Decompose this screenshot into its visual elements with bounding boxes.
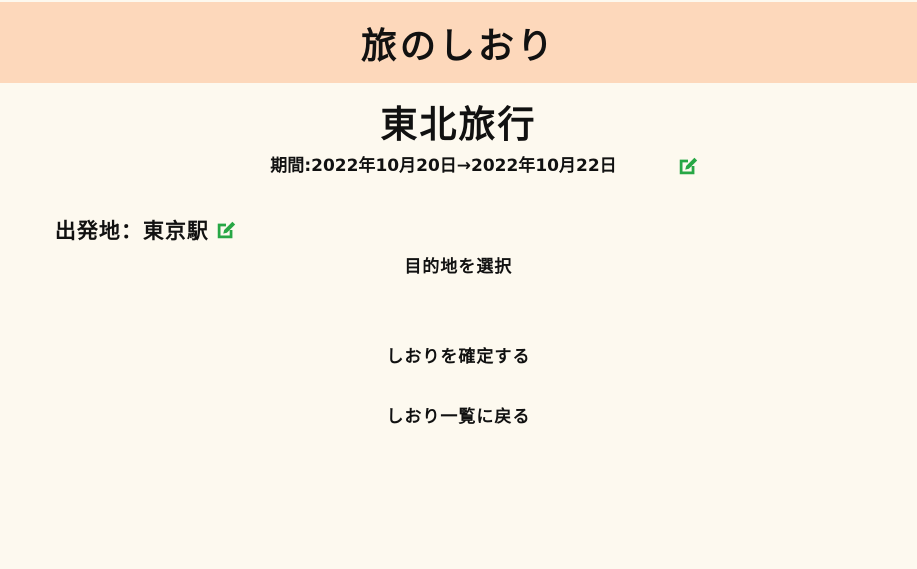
period-row: 期間:2022年10月20日→2022年10月22日 [0, 152, 917, 180]
departure-row: 出発地：東京駅 [55, 214, 237, 246]
trip-title: 東北旅行 [380, 103, 537, 146]
back-to-list-link[interactable]: しおり一覧に戻る [387, 407, 531, 427]
app-header: 旅のしおり [0, 2, 917, 83]
edit-period-icon[interactable] [677, 155, 699, 177]
select-destination-link[interactable]: 目的地を選択 [405, 257, 513, 277]
app-title: 旅のしおり [360, 25, 556, 67]
back-row: しおり一覧に戻る [0, 402, 917, 427]
departure-label: 出発地：東京駅 [55, 219, 209, 243]
select-destination-row: 目的地を選択 [0, 252, 917, 277]
confirm-shiori-button[interactable]: しおりを確定する [387, 347, 531, 367]
trip-period: 期間:2022年10月20日→2022年10月22日 [270, 156, 617, 176]
confirm-row: しおりを確定する [0, 342, 917, 367]
edit-departure-icon[interactable] [215, 219, 237, 241]
